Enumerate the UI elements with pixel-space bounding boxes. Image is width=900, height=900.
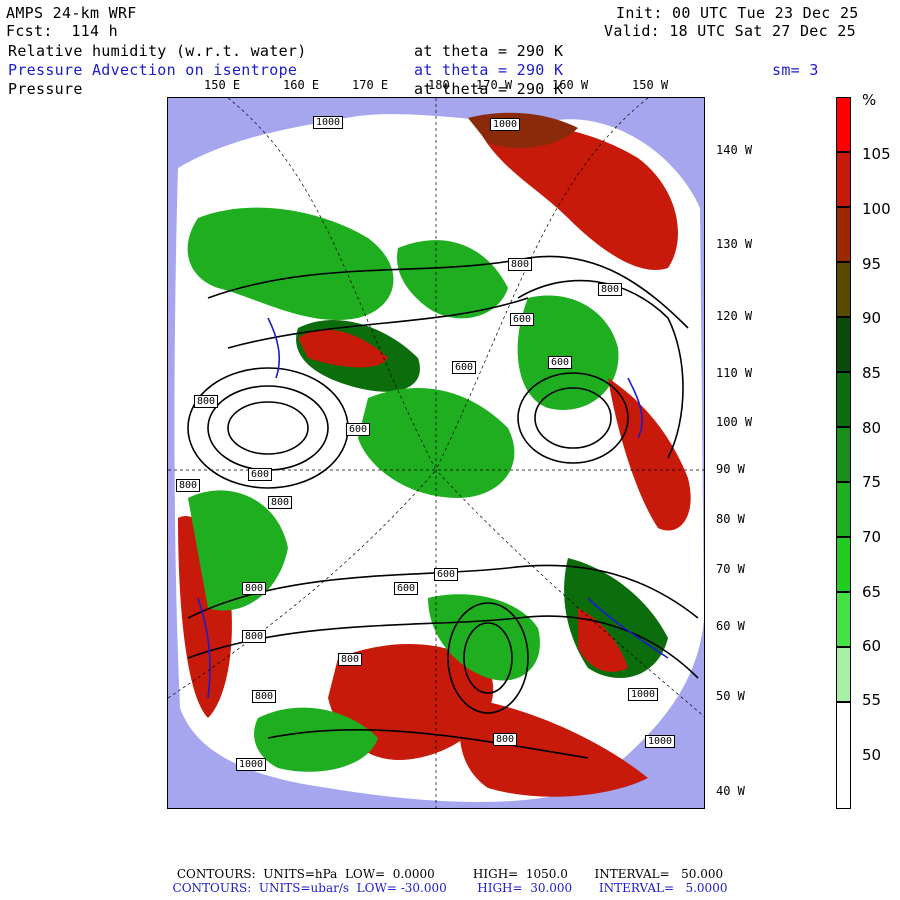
contour-label: 800 bbox=[338, 653, 363, 666]
field-2-smoothing: sm= 3 bbox=[772, 61, 819, 79]
field-1-name: Relative humidity (w.r.t. water) bbox=[8, 42, 307, 60]
colorbar-label: 50 bbox=[862, 746, 882, 764]
lon-label: 180 bbox=[428, 78, 450, 92]
colorbar-label: 60 bbox=[862, 637, 882, 655]
lat-label: 50 W bbox=[716, 689, 745, 703]
lat-label: 90 W bbox=[716, 462, 745, 476]
contour-label: 600 bbox=[394, 582, 419, 595]
colorbar-label: 105 bbox=[862, 145, 891, 163]
lon-label: 160 E bbox=[283, 78, 320, 92]
contour-label: 600 bbox=[548, 356, 573, 369]
contour-label: 800 bbox=[598, 283, 623, 296]
contour-label: 1000 bbox=[236, 758, 267, 771]
contour-label: 600 bbox=[452, 361, 477, 374]
field-1-level: at theta = 290 K bbox=[414, 42, 564, 60]
lat-label: 70 W bbox=[716, 562, 745, 576]
weather-map: 1000 1000 800 800 600 600 600 800 600 60… bbox=[167, 97, 705, 809]
colorbar-label: 55 bbox=[862, 691, 882, 709]
colorbar-label: 80 bbox=[862, 419, 882, 437]
contour-label: 800 bbox=[242, 630, 267, 643]
colorbar-swatch bbox=[836, 207, 851, 262]
colorbar-swatch bbox=[836, 702, 851, 809]
lat-label: 60 W bbox=[716, 619, 745, 633]
lat-label: 130 W bbox=[716, 237, 753, 251]
colorbar-swatch bbox=[836, 482, 851, 537]
contour-label: 600 bbox=[248, 468, 273, 481]
colorbar-swatch bbox=[836, 647, 851, 702]
colorbar-swatch bbox=[836, 97, 851, 152]
contour-label: 800 bbox=[242, 582, 267, 595]
contour-label: 600 bbox=[510, 313, 535, 326]
contour-label: 800 bbox=[508, 258, 533, 271]
colorbar-label: 70 bbox=[862, 528, 882, 546]
lon-label: 170 W bbox=[476, 78, 513, 92]
colorbar-swatch bbox=[836, 537, 851, 592]
lat-label: 40 W bbox=[716, 784, 745, 798]
colorbar-swatch bbox=[836, 152, 851, 207]
lat-label: 110 W bbox=[716, 366, 753, 380]
colorbar-swatch bbox=[836, 592, 851, 647]
colorbar-unit: % bbox=[862, 91, 877, 109]
contour-label: 1000 bbox=[628, 688, 659, 701]
colorbar-swatch bbox=[836, 317, 851, 372]
lon-label: 160 W bbox=[552, 78, 589, 92]
field-2-level: at theta = 290 K bbox=[414, 61, 564, 79]
lat-label: 80 W bbox=[716, 512, 745, 526]
contour-label: 800 bbox=[268, 496, 293, 509]
model-name: AMPS 24-km WRF bbox=[6, 4, 137, 22]
lon-label: 170 E bbox=[352, 78, 389, 92]
contour-label: 800 bbox=[176, 479, 201, 492]
contour-label: 600 bbox=[346, 423, 371, 436]
lon-label: 150 W bbox=[632, 78, 669, 92]
colorbar-label: 85 bbox=[862, 364, 882, 382]
lat-label: 120 W bbox=[716, 309, 753, 323]
contour-label: 800 bbox=[493, 733, 518, 746]
forecast-hour: Fcst: 114 h bbox=[6, 22, 118, 40]
contour-label: 600 bbox=[434, 568, 459, 581]
lat-label: 140 W bbox=[716, 143, 753, 157]
colorbar-swatch bbox=[836, 372, 851, 427]
colorbar-swatch bbox=[836, 427, 851, 482]
init-time: Init: 00 UTC Tue 23 Dec 25 bbox=[616, 4, 859, 22]
colorbar-label: 90 bbox=[862, 309, 882, 327]
field-2-name: Pressure Advection on isentrope bbox=[8, 61, 298, 79]
colorbar-swatch bbox=[836, 262, 851, 317]
contour-info-pressure: CONTOURS: UNITS=hPa LOW= 0.0000 HIGH= 10… bbox=[176, 867, 724, 881]
contour-label: 1000 bbox=[490, 118, 521, 131]
field-3-name: Pressure bbox=[8, 80, 83, 98]
contour-label: 1000 bbox=[313, 116, 344, 129]
contour-label: 800 bbox=[252, 690, 277, 703]
lat-label: 100 W bbox=[716, 415, 753, 429]
map-canvas bbox=[168, 98, 704, 808]
colorbar-label: 65 bbox=[862, 583, 882, 601]
contour-info-advection: CONTOURS: UNITS=ubar/s LOW= -30.000 HIGH… bbox=[172, 881, 728, 895]
colorbar-label: 75 bbox=[862, 473, 882, 491]
contour-label: 800 bbox=[194, 395, 219, 408]
colorbar-label: 100 bbox=[862, 200, 891, 218]
colorbar-label: 95 bbox=[862, 255, 882, 273]
valid-time: Valid: 18 UTC Sat 27 Dec 25 bbox=[604, 22, 856, 40]
contour-label: 1000 bbox=[645, 735, 676, 748]
lon-label: 150 E bbox=[204, 78, 241, 92]
